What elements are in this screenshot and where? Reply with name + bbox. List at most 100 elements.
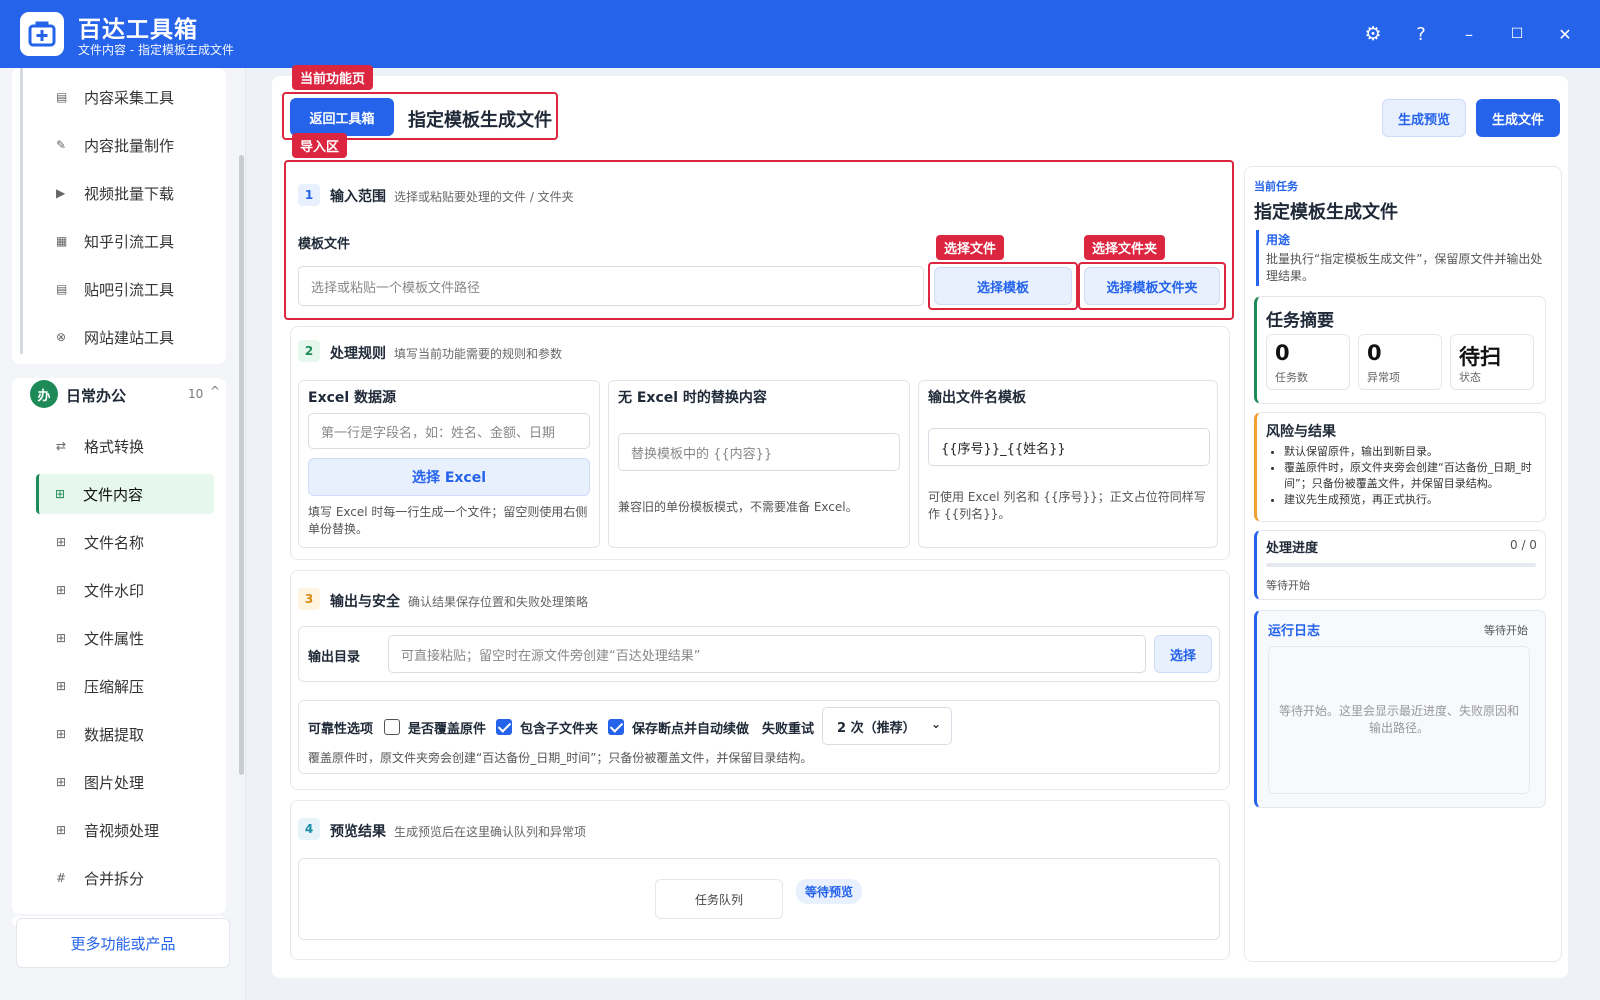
usage-accent — [1256, 230, 1259, 286]
no-excel-title: 无 Excel 时的替换内容 — [618, 390, 767, 406]
section-description: 选择或粘贴要处理的文件 / 文件夹 — [394, 190, 574, 204]
sidebar-item[interactable]: ⊞ 文件水印 — [40, 570, 218, 610]
filename-hint: 可使用 Excel 列名和 {{序号}}；正文占位符同样写作 {{列名}}。 — [928, 490, 1206, 521]
sidebar-item-icon: ⊞ — [56, 727, 67, 741]
section-number: 1 — [298, 184, 320, 206]
sidebar-item-icon: ✎ — [56, 138, 67, 152]
sidebar-item-label: 压缩解压 — [84, 677, 145, 696]
sidebar-item-icon: ⊞ — [56, 535, 67, 549]
sidebar-item-label: 网站建站工具 — [84, 328, 175, 347]
sidebar-item[interactable]: ▦ 知乎引流工具 — [40, 221, 218, 261]
sidebar-item[interactable]: # 合并拆分 — [40, 858, 218, 898]
select-excel-button[interactable]: 选择 Excel — [308, 458, 590, 496]
app-subtitle: 文件内容 - 指定模板生成文件 — [78, 43, 234, 57]
sidebar-item-icon: # — [56, 871, 67, 885]
run-log-status: 等待开始 — [1484, 624, 1528, 637]
minimize-icon[interactable]: – — [1454, 19, 1484, 49]
generate-file-button[interactable]: 生成文件 — [1476, 99, 1560, 137]
output-dir-label: 输出目录 — [308, 650, 361, 665]
risk-list: 默认保留原件，输出到新目录。覆盖原件时，原文件夹旁会创建“百达备份_日期_时间”… — [1284, 444, 1540, 508]
excel-path-input[interactable]: 第一行是字段名，如：姓名、金额、日期 — [308, 413, 590, 449]
select-template-button[interactable]: 选择模板 — [934, 267, 1072, 305]
section-title: 输入范围 — [330, 189, 386, 205]
sidebar-item[interactable]: ⊞ 图片处理 — [40, 762, 218, 802]
run-log-content: 等待开始。这里会显示最近进度、失败原因和输出路径。 — [1268, 646, 1530, 794]
sidebar-item-label: 知乎引流工具 — [84, 232, 175, 251]
section-number: 3 — [298, 588, 320, 610]
sidebar-item-icon: ▶ — [56, 186, 66, 200]
group-rail — [20, 68, 23, 354]
sidebar-item[interactable]: ▤ 贴吧引流工具 — [40, 269, 218, 309]
risk-item: 默认保留原件，输出到新目录。 — [1284, 444, 1540, 460]
output-dir-input[interactable]: 可直接粘贴；留空时在源文件旁创建“百达处理结果” — [388, 635, 1146, 673]
back-to-toolbox-button[interactable]: 返回工具箱 — [290, 98, 394, 136]
section-title: 输出与安全 — [330, 594, 400, 610]
more-products-link[interactable]: 更多功能或产品 — [16, 918, 230, 968]
excel-source-title: Excel 数据源 — [308, 390, 397, 406]
sidebar-item[interactable]: ⇄ 格式转换 — [40, 426, 218, 466]
sidebar-item-icon: ⊞ — [56, 679, 67, 693]
subfolder-checkbox[interactable] — [496, 719, 512, 735]
sidebar-item-icon: ⊞ — [55, 487, 66, 501]
overwrite-checkbox[interactable] — [384, 719, 400, 735]
task-queue-tab[interactable]: 任务队列 — [655, 879, 783, 919]
settings-icon[interactable]: ⚙ — [1358, 19, 1388, 49]
close-icon[interactable]: ✕ — [1550, 19, 1580, 49]
sidebar-item-label: 文件内容 — [83, 485, 144, 504]
sidebar-item[interactable]: ⊞ 音视频处理 — [40, 810, 218, 850]
sidebar-scrollbar[interactable] — [239, 155, 244, 775]
subfolder-label: 包含子文件夹 — [520, 722, 599, 737]
overwrite-note: 覆盖原件时，原文件夹旁会创建“百达备份_日期_时间”；只备份被覆盖文件，并保留目… — [308, 751, 813, 765]
sidebar-item[interactable]: ▶ 视频批量下载 — [40, 173, 218, 213]
filename-template-input[interactable]: {{序号}}_{{姓名}} — [928, 428, 1210, 466]
resume-checkbox[interactable] — [608, 719, 624, 735]
stat-value: 0 — [1367, 341, 1382, 365]
toolbox-logo-icon — [20, 12, 64, 56]
risk-item: 建议先生成预览，再正式执行。 — [1284, 492, 1540, 508]
section-description: 生成预览后在这里确认队列和异常项 — [394, 825, 587, 839]
retry-select-value: 2 次（推荐） — [837, 720, 916, 736]
queue-status-badge: 等待预览 — [796, 879, 863, 904]
generate-preview-button[interactable]: 生成预览 — [1382, 99, 1466, 137]
sidebar-item[interactable]: ⊗ 网站建站工具 — [40, 317, 218, 357]
retry-label: 失败重试 — [762, 722, 815, 737]
summary-stat: 待扫 状态 — [1450, 334, 1534, 390]
sidebar-item-label: 数据提取 — [84, 725, 145, 744]
chevron-up-icon[interactable]: ^ — [210, 384, 220, 398]
current-task-title: 指定模板生成文件 — [1254, 202, 1398, 223]
sidebar-item[interactable]: ✎ 内容批量制作 — [40, 125, 218, 165]
template-file-label: 模板文件 — [298, 237, 351, 252]
sidebar-item[interactable]: ⊞ 文件名称 — [40, 522, 218, 562]
replace-content-input[interactable]: 替换模板中的 {{内容}} — [618, 433, 900, 471]
sidebar-item[interactable]: ⊞ 数据提取 — [40, 714, 218, 754]
progress-count: 0 / 0 — [1510, 538, 1537, 552]
overwrite-label: 是否覆盖原件 — [408, 722, 487, 737]
sidebar-item[interactable]: ▤ 内容采集工具 — [40, 77, 218, 117]
stat-label: 任务数 — [1275, 371, 1308, 384]
stat-label: 异常项 — [1367, 371, 1400, 384]
sidebar-item[interactable]: ⊞ 文件属性 — [40, 618, 218, 658]
select-template-folder-button[interactable]: 选择模板文件夹 — [1084, 267, 1220, 305]
chevron-down-icon: ⌄ — [930, 717, 941, 731]
sidebar-item-label: 贴吧引流工具 — [84, 280, 175, 299]
section-title: 预览结果 — [330, 824, 386, 840]
sidebar-item-label: 格式转换 — [84, 437, 145, 456]
sidebar-item[interactable]: ⊞ 压缩解压 — [40, 666, 218, 706]
sidebar-item-icon: ⊞ — [56, 823, 67, 837]
sidebar-item-label: 文件属性 — [84, 629, 145, 648]
select-output-button[interactable]: 选择 — [1154, 635, 1212, 673]
annotation-import-area: 导入区 — [292, 133, 348, 158]
sidebar-item-label: 内容批量制作 — [84, 136, 175, 155]
sidebar-item-icon: ▦ — [56, 234, 68, 248]
sidebar-item-icon: ⊞ — [56, 583, 67, 597]
help-icon[interactable]: ? — [1406, 19, 1436, 49]
excel-hint: 填写 Excel 时每一行生成一个文件；留空则使用右侧单份替换。 — [308, 505, 588, 536]
sidebar: ▤ 内容采集工具 ✎ 内容批量制作 ▶ 视频批量下载 ▦ 知乎引流工具 ▤ 贴吧引流工具 ⊗ 网站建站… — [0, 68, 246, 1000]
office-group-title[interactable]: 日常办公 — [66, 385, 126, 406]
stat-label: 状态 — [1459, 371, 1481, 384]
maximize-icon[interactable]: ☐ — [1502, 19, 1532, 49]
retry-select[interactable]: 2 次（推荐） ⌄ — [822, 707, 952, 745]
template-path-input[interactable]: 选择或粘贴一个模板文件路径 — [298, 266, 924, 306]
section-description: 填写当前功能需要的规则和参数 — [394, 347, 563, 361]
sidebar-item[interactable]: ⊞ 文件内容 — [36, 474, 214, 514]
